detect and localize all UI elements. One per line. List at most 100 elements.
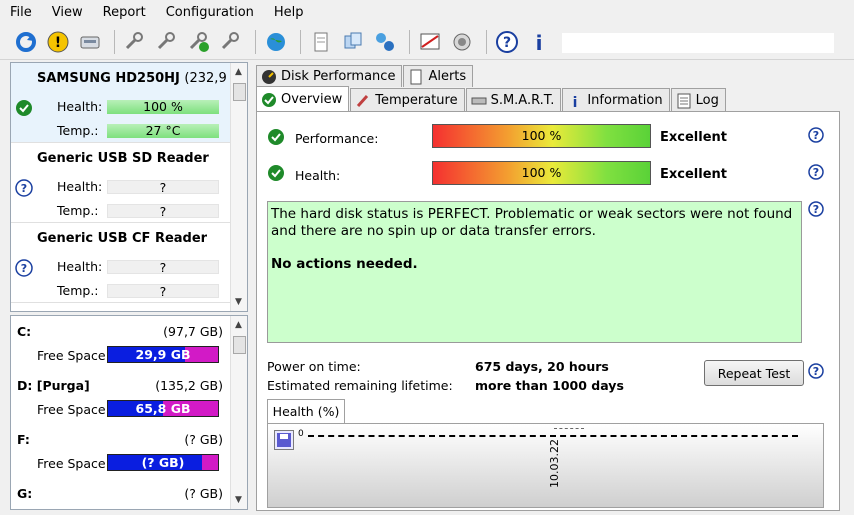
disk-item[interactable]: SAMSUNG HD250HJ (232,9 C Health: 100 % T…	[11, 63, 247, 143]
health-label: Health:	[295, 168, 341, 183]
info-icon[interactable]: i	[525, 28, 553, 56]
gauge-icon	[261, 69, 277, 85]
lifetime-value: more than 1000 days	[475, 378, 624, 393]
toolbar-separator	[409, 30, 410, 54]
scroll-down-icon[interactable]: ▼	[235, 495, 242, 505]
scroll-down-icon[interactable]: ▼	[235, 297, 242, 307]
network-icon[interactable]	[371, 28, 399, 56]
tool-icon[interactable]	[153, 28, 181, 56]
save-icon[interactable]	[274, 430, 294, 450]
partition-item[interactable]: F: (? GB) Free Space (? GB)	[11, 424, 247, 478]
toolbar-separator	[114, 30, 115, 54]
health-label: Health:	[57, 179, 103, 194]
status-text: The hard disk status is PERFECT. Problem…	[271, 206, 793, 239]
refresh-icon[interactable]	[12, 28, 40, 56]
health-label: Health:	[57, 259, 103, 274]
chart-icon[interactable]	[416, 28, 444, 56]
menu-configuration[interactable]: Configuration	[166, 5, 254, 20]
tab-label: Temperature	[375, 93, 458, 108]
globe-icon[interactable]	[262, 28, 290, 56]
svg-text:!: !	[55, 35, 61, 51]
temp-label: Temp.:	[57, 283, 99, 298]
ok-icon	[16, 100, 32, 116]
partition-list: C: (97,7 GB) Free Space 29,9 GB D: [Purg…	[10, 315, 248, 510]
partition-name: C:	[17, 324, 32, 339]
tab-log[interactable]: Log	[670, 88, 726, 112]
tab-label: Log	[695, 93, 719, 108]
scroll-thumb[interactable]	[233, 83, 246, 101]
lifetime-label: Estimated remaining lifetime:	[267, 378, 453, 393]
document-icon[interactable]	[307, 28, 335, 56]
scroll-thumb[interactable]	[233, 336, 246, 354]
disk-title: Generic USB SD Reader	[37, 151, 209, 166]
partition-size: (? GB)	[184, 486, 223, 501]
temp-label: Temp.:	[57, 123, 99, 138]
tab-row-bottom: Overview Temperature S.M.A.R.T. i Informa…	[256, 86, 727, 112]
tab-disk-performance[interactable]: Disk Performance	[256, 65, 403, 87]
tool-icon[interactable]	[217, 28, 245, 56]
svg-text:?: ?	[21, 182, 27, 195]
power-on-value: 675 days, 20 hours	[475, 359, 609, 374]
svg-text:?: ?	[503, 35, 511, 51]
free-space-bar: (? GB)	[107, 454, 219, 471]
disk-item[interactable]: Generic USB SD Reader ? Health: ? Temp.:…	[11, 143, 247, 223]
date-marker	[554, 428, 584, 429]
tool-check-icon[interactable]	[185, 28, 213, 56]
disk-list: SAMSUNG HD250HJ (232,9 C Health: 100 % T…	[10, 62, 248, 312]
help-icon[interactable]: ?	[808, 363, 824, 379]
tab-temperature[interactable]: Temperature	[350, 88, 465, 112]
alert-icon[interactable]: !	[44, 28, 72, 56]
health-value: ?	[107, 180, 219, 195]
scroll-up-icon[interactable]: ▲	[235, 320, 242, 330]
status-message-box: The hard disk status is PERFECT. Problem…	[267, 201, 802, 343]
menu-file[interactable]: File	[10, 5, 32, 20]
tab-row-top: Disk Performance Alerts	[256, 65, 474, 87]
speaker-icon[interactable]	[448, 28, 476, 56]
partition-item[interactable]: D: [Purga] (135,2 GB) Free Space 65,8 GB	[11, 370, 247, 424]
tab-smart[interactable]: S.M.A.R.T.	[465, 88, 562, 112]
partition-item[interactable]: G: (? GB)	[11, 478, 247, 509]
health-label: Health:	[57, 99, 103, 114]
help-icon[interactable]: ?	[808, 201, 824, 217]
toolbar-blank-area	[562, 33, 834, 53]
help-icon[interactable]: ?	[493, 28, 521, 56]
performance-bar: 100 %	[432, 124, 651, 148]
disk-item[interactable]: Generic USB CF Reader ? Health: ? Temp.:…	[11, 223, 247, 303]
performance-label: Performance:	[295, 131, 379, 146]
temp-label: Temp.:	[57, 203, 99, 218]
copy-icon[interactable]	[339, 28, 367, 56]
disk-title: Generic USB CF Reader	[37, 231, 208, 246]
tab-alerts[interactable]: Alerts	[403, 65, 474, 87]
help-icon[interactable]: ?	[808, 164, 824, 180]
repeat-test-button[interactable]: Repeat Test	[704, 360, 804, 386]
tool-icon[interactable]	[121, 28, 149, 56]
menu-help[interactable]: Help	[274, 5, 304, 20]
menu-report[interactable]: Report	[103, 5, 146, 20]
disk-list-scrollbar[interactable]: ▲ ▼	[230, 63, 247, 311]
free-space-label: Free Space	[37, 402, 106, 417]
health-graph: 0 10.03.22	[267, 423, 824, 508]
partition-size: (135,2 GB)	[155, 378, 223, 393]
svg-text:?: ?	[813, 203, 819, 216]
partition-item[interactable]: C: (97,7 GB) Free Space 29,9 GB	[11, 316, 247, 370]
tab-health-graph[interactable]: Health (%)	[267, 399, 345, 424]
free-space-value: 65,8 GB	[135, 401, 191, 416]
tab-label: Information	[587, 93, 663, 108]
scroll-up-icon[interactable]: ▲	[235, 67, 242, 77]
tab-overview[interactable]: Overview	[256, 86, 350, 112]
unknown-status-icon: ?	[15, 259, 33, 277]
svg-text:i: i	[536, 31, 543, 54]
free-space-bar: 65,8 GB	[107, 400, 219, 417]
svg-text:?: ?	[813, 129, 819, 142]
help-icon[interactable]: ?	[808, 127, 824, 143]
info-icon: i	[567, 93, 583, 109]
tab-label: Alerts	[428, 69, 467, 84]
health-rating: Excellent	[660, 167, 727, 182]
tab-information[interactable]: i Information	[562, 88, 670, 112]
overview-panel: Performance: 100 % Excellent ? Health: 1…	[256, 111, 840, 511]
health-bar: 100 %	[432, 161, 651, 185]
disk-icon[interactable]	[76, 28, 104, 56]
tab-label: Overview	[281, 92, 343, 107]
menu-view[interactable]: View	[52, 5, 83, 20]
partition-list-scrollbar[interactable]: ▲ ▼	[230, 316, 247, 509]
